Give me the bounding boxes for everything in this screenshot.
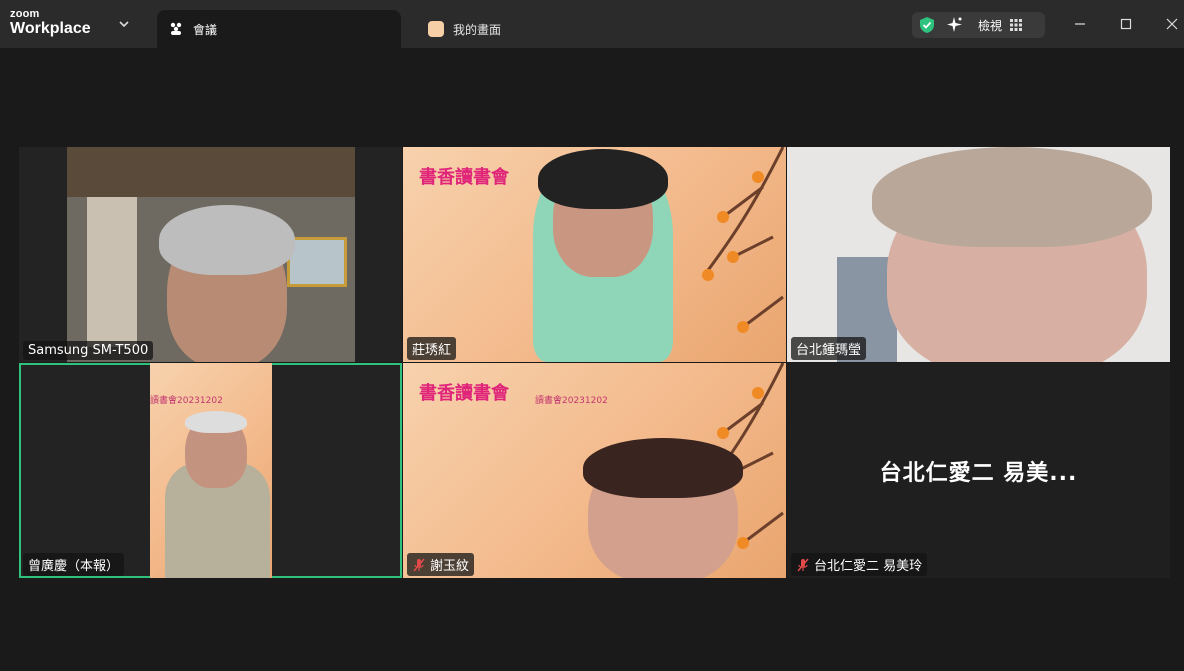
participant-name-tag: Samsung SM-T500 [23,341,154,360]
video-feed: 讀書會20231202 [150,363,272,578]
participant-name: 謝玉紋 [430,559,470,574]
tab-my-screen-label: 我的畫面 [453,22,502,37]
participant-name-tag: 台北仁愛二 易美玲 [791,553,928,576]
video-feed [67,147,355,362]
minimize-button[interactable] [1070,14,1090,34]
chevron-down-icon[interactable] [116,16,132,32]
title-bar: zoom Workplace 會議 我的畫面 檢視 [0,0,1184,48]
tab-meeting-label: 會議 [193,22,218,37]
banner-text: 書香讀書會 [419,167,509,188]
participant-name: 莊琇紅 [412,343,452,358]
caption-text: 讀書會20231202 [535,396,608,406]
tree-branch-graphic [701,147,785,333]
zoom-workplace-logo[interactable]: zoom Workplace [10,9,91,37]
video-tile[interactable]: 書香讀書會 讀書會20231202 謝玉紋 [403,363,786,578]
participant-name-tag: 莊琇紅 [407,337,457,360]
meeting-icon [167,20,185,38]
maximize-button[interactable] [1116,14,1136,34]
caption-text: 讀書會20231202 [150,396,223,406]
close-button[interactable] [1162,14,1182,34]
grid-icon[interactable] [1010,19,1023,31]
brand-small: zoom [10,8,40,20]
tab-meeting[interactable]: 會議 [157,10,401,48]
self-view-icon [427,20,445,38]
participant-name: 曾廣慶（本報） [28,559,120,574]
video-tile[interactable]: Samsung SM-T500 [19,147,402,362]
participant-name: 台北鍾瑪瑩 [796,343,862,358]
participant-name-tag: 台北鍾瑪瑩 [791,337,867,360]
video-tile[interactable]: 讀書會20231202 曾廣慶（本報） [19,363,402,578]
video-gallery: Samsung SM-T500 書香讀書會 莊琇紅 台北鍾瑪瑩 讀書會20231… [0,48,1184,671]
participant-name: Samsung SM-T500 [28,343,149,358]
banner-text: 書香讀書會 [419,383,509,404]
sparkle-icon[interactable] [946,16,964,34]
muted-microphone-icon [413,558,425,571]
video-tile[interactable]: 書香讀書會 莊琇紅 [403,147,786,362]
view-controls: 檢視 [912,12,1045,38]
brand-large: Workplace [10,20,91,37]
video-tile[interactable]: 台北仁愛二 易美... 台北仁愛二 易美玲 [787,363,1170,578]
tab-my-screen[interactable]: 我的畫面 [417,10,617,48]
participant-name-tag: 曾廣慶（本報） [23,553,125,576]
shield-icon[interactable] [918,16,936,34]
participant-name-tag: 謝玉紋 [407,553,475,576]
muted-microphone-icon [797,558,809,571]
participant-name: 台北仁愛二 易美玲 [814,559,923,574]
view-button[interactable]: 檢視 [978,17,1002,34]
participant-display-name: 台北仁愛二 易美... [879,460,1078,486]
video-tile[interactable]: 台北鍾瑪瑩 [787,147,1170,362]
